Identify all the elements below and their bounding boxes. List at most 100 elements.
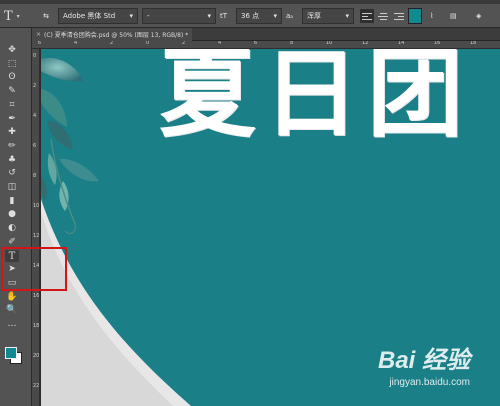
ruler-tick-label: 4 <box>74 41 78 46</box>
ruler-tick-label: 2 <box>33 83 37 89</box>
close-icon[interactable]: × <box>36 31 41 38</box>
hand-tool[interactable]: ✋ <box>5 291 19 303</box>
headline-text[interactable]: 夏日团 <box>159 49 471 152</box>
font-family-value: Adobe 黑体 Std <box>63 12 116 20</box>
quick-select-tool[interactable]: ✎ <box>5 85 19 97</box>
chevron-down-icon: ▾ <box>129 12 133 20</box>
ruler-tick-label: 22 <box>33 383 40 389</box>
zoom-icon: 🔍 <box>6 305 18 315</box>
font-size-select[interactable]: 36 点 ▾ <box>236 8 282 24</box>
healing-brush-tool[interactable]: ✚ <box>5 126 19 138</box>
chevron-down-icon: ▾ <box>345 12 349 20</box>
crop-icon: ⌗ <box>9 100 15 110</box>
chevron-down-icon: ▾ <box>273 12 277 20</box>
healing-brush-icon: ✚ <box>8 127 16 137</box>
document-tab-title: (C) 夏季清仓团购会.psd @ 50% (图层 13, RGB/8) * <box>44 32 189 39</box>
ruler-tick-label: 12 <box>33 233 40 239</box>
ruler-tick-label: 6 <box>38 41 42 46</box>
vertical-ruler[interactable]: 0 2 4 6 8 10 12 14 16 18 20 22 <box>32 49 40 406</box>
ruler-tick-label: 14 <box>398 41 405 46</box>
gradient-icon: ▮ <box>9 196 15 206</box>
marquee-icon: ⬚ <box>7 59 17 69</box>
brush-tool[interactable]: ✏ <box>5 140 19 152</box>
3d-icon: ◈ <box>476 12 482 20</box>
ruler-tick-label: 8 <box>33 173 37 179</box>
marquee-tool[interactable]: ⬚ <box>5 58 19 70</box>
horizontal-ruler[interactable]: 6 4 2 0 2 4 6 8 10 12 14 16 18 <box>32 41 500 49</box>
ruler-tick-label: 6 <box>254 41 258 46</box>
ruler-tick-label: 0 <box>33 53 37 59</box>
eraser-tool[interactable]: ◫ <box>5 181 19 193</box>
ruler-tick-label: 10 <box>33 203 40 209</box>
lasso-tool[interactable]: ʘ <box>5 71 19 83</box>
antialias-icon: aₐ <box>286 12 294 20</box>
ruler-tick-label: 2 <box>182 41 186 46</box>
dodge-tool[interactable]: ◐ <box>5 222 19 234</box>
history-brush-tool[interactable]: ↺ <box>5 167 19 179</box>
font-style-select[interactable]: - ▾ <box>142 8 216 24</box>
align-center-button[interactable] <box>376 9 390 23</box>
ruler-tick-label: 16 <box>434 41 441 46</box>
character-panel-button[interactable]: ▤ <box>450 8 464 24</box>
type-tool-icon: T <box>4 8 13 24</box>
document-canvas[interactable]: 夏日团 Bai 经验 jingyan.baidu.com <box>41 49 500 406</box>
move-icon: ✥ <box>8 45 16 55</box>
chevron-down-icon: ▾ <box>207 12 211 20</box>
ruler-tick-label: 18 <box>33 323 40 329</box>
font-size-icon: tT <box>220 12 228 20</box>
zoom-tool[interactable]: 🔍 <box>5 304 19 316</box>
foreground-color-swatch[interactable] <box>5 347 17 359</box>
align-left-button[interactable] <box>360 9 374 23</box>
ruler-tick-label: 0 <box>146 41 150 46</box>
align-right-button[interactable] <box>392 9 406 23</box>
ruler-tick-label: 6 <box>33 143 37 149</box>
tools-panel: … 🔍 ✋ ▭ ➤ T ✐ ◐ ● ▮ ◫ ↺ ♣ ✏ ✚ ✒ ⌗ ✎ ʘ ⬚ ✥ <box>0 28 32 406</box>
ruler-tick-label: 4 <box>33 113 37 119</box>
text-align-group <box>360 8 408 24</box>
options-bar: T ▾ ⇆ Adobe 黑体 Std ▾ - ▾ tT 36 点 ▾ aₐ 浑厚… <box>0 4 500 28</box>
blur-icon: ● <box>8 209 16 219</box>
more-tools[interactable]: … <box>5 318 19 330</box>
font-style-value: - <box>147 12 150 20</box>
eyedropper-icon: ✒ <box>8 114 16 124</box>
blur-tool[interactable]: ● <box>5 208 19 220</box>
text-orientation-icon: ⇆ <box>43 12 49 20</box>
ruler-tick-label: 2 <box>110 41 114 46</box>
ruler-tick-label: 16 <box>33 293 40 299</box>
move-tool[interactable]: ✥ <box>5 44 19 56</box>
lasso-icon: ʘ <box>8 72 16 82</box>
clone-stamp-icon: ♣ <box>7 155 17 165</box>
hand-icon: ✋ <box>6 292 18 302</box>
text-color-swatch[interactable] <box>408 8 422 24</box>
brush-icon: ✏ <box>8 141 16 151</box>
warp-text-icon: ⌇ <box>430 12 434 20</box>
ruler-tick-label: 20 <box>33 353 40 359</box>
eraser-icon: ◫ <box>7 182 17 192</box>
font-size-value: 36 点 <box>241 12 260 20</box>
3d-button[interactable]: ◈ <box>476 8 494 24</box>
tool-highlight-box <box>1 247 67 291</box>
antialias-value: 浑厚 <box>307 12 321 20</box>
ruler-tick-label: 8 <box>290 41 294 46</box>
document-tab[interactable]: × (C) 夏季清仓团购会.psd @ 50% (图层 13, RGB/8) * <box>32 28 192 41</box>
photoshop-window: T ▾ ⇆ Adobe 黑体 Std ▾ - ▾ tT 36 点 ▾ aₐ 浑厚… <box>0 0 500 406</box>
clone-stamp-tool[interactable]: ♣ <box>5 154 19 166</box>
ruler-tick-label: 10 <box>326 41 333 46</box>
dodge-icon: ◐ <box>8 223 16 233</box>
gradient-tool[interactable]: ▮ <box>5 195 19 207</box>
pen-icon: ✐ <box>8 237 16 247</box>
baidu-logo: Bai 经验 <box>377 347 470 374</box>
ruler-tick-label: 12 <box>362 41 369 46</box>
warp-text-button[interactable]: ⌇ <box>430 8 444 24</box>
font-family-select[interactable]: Adobe 黑体 Std ▾ <box>58 8 138 24</box>
panels-icon: ▤ <box>450 12 457 20</box>
ruler-tick-label: 4 <box>218 41 222 46</box>
eyedropper-tool[interactable]: ✒ <box>5 113 19 125</box>
mores-icon: … <box>7 319 17 329</box>
crop-tool[interactable]: ⌗ <box>5 99 19 111</box>
text-orientation-toggle[interactable]: ⇆ <box>38 8 54 24</box>
antialias-select[interactable]: 浑厚 ▾ <box>302 8 354 24</box>
tool-preset-picker[interactable]: T ▾ <box>4 8 32 24</box>
ruler-tick-label: 18 <box>470 41 477 46</box>
document-tab-bar: × (C) 夏季清仓团购会.psd @ 50% (图层 13, RGB/8) * <box>32 28 500 41</box>
